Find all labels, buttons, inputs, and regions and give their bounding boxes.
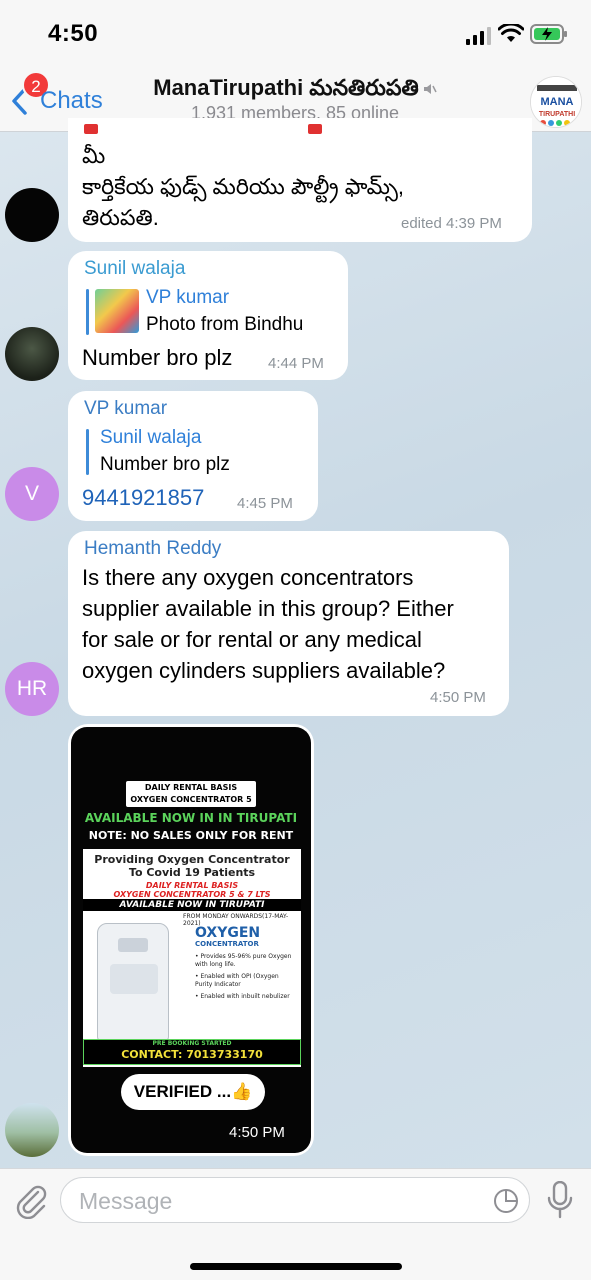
message-bubble[interactable]: Hemanth Reddy Is there any oxygen concen…	[68, 531, 509, 716]
message-text-line: మీ	[82, 143, 106, 168]
poster-card-subtitle: DAILY RENTAL BASIS OXYGEN CONCENTRATOR 5…	[87, 881, 297, 899]
svg-text:TIRUPATHI: TIRUPATHI	[539, 111, 575, 118]
sender-name[interactable]: Sunil walaja	[84, 258, 185, 280]
reply-preview: Photo from Bindhu	[146, 314, 304, 335]
battery-charging-icon	[530, 24, 567, 44]
poster-card-banner: AVAILABLE NOW IN TIRUPATI	[83, 899, 301, 911]
poster-brand-sub: CONCENTRATOR	[195, 940, 259, 948]
reply-bar	[86, 429, 89, 475]
message-text: Number bro plz	[82, 345, 233, 370]
reply-sender: VP kumar	[146, 287, 230, 308]
message-timestamp: edited 4:39 PM	[401, 215, 502, 232]
message-text-line: oxygen cylinders suppliers available?	[82, 658, 446, 683]
sticker-icon[interactable]	[493, 1188, 519, 1214]
poster-contact-number: CONTACT: 7013733170	[121, 1048, 263, 1061]
machine-panel	[110, 964, 158, 994]
image-message[interactable]: DAILY RENTAL BASIS OXYGEN CONCENTRATOR 5…	[68, 724, 314, 1156]
poster-bullet: • Enabled with OPI (Oxygen Purity Indica…	[195, 973, 279, 988]
sender-name[interactable]: VP kumar	[84, 398, 167, 420]
message-timestamp: 4:44 PM	[268, 355, 324, 372]
poster-contact: PRE BOOKING STARTED CONTACT: 7013733170	[83, 1039, 301, 1065]
phone-number-link[interactable]: 9441921857	[82, 482, 204, 513]
reply-bar	[86, 289, 89, 335]
message-text-line: supplier available in this group? Either	[82, 596, 454, 621]
status-time: 4:50	[48, 20, 99, 47]
group-avatar[interactable]: MANA TIRUPATHI	[530, 76, 582, 128]
message-bubble[interactable]: మీ కార్తికేయ ఫుడ్స్ మరియు పౌల్ట్రీ ఫామ్స…	[68, 118, 532, 242]
microphone-icon[interactable]	[546, 1181, 574, 1219]
avatar[interactable]: V	[5, 467, 59, 521]
message-timestamp: 4:50 PM	[229, 1124, 285, 1141]
home-indicator	[190, 1263, 402, 1270]
concentrator-illustration	[97, 923, 169, 1041]
poster-tag: DAILY RENTAL BASIS OXYGEN CONCENTRATOR 5…	[126, 781, 256, 816]
attach-icon[interactable]	[14, 1183, 48, 1219]
mute-icon	[423, 84, 437, 95]
reply-thumbnail	[95, 289, 139, 333]
image-caption: VERIFIED ...👍	[121, 1074, 265, 1110]
poster-card-title: Providing Oxygen Concentrator To Covid 1…	[94, 853, 290, 879]
status-bar: 4:50	[0, 0, 591, 66]
sender-name[interactable]: Hemanth Reddy	[84, 538, 221, 560]
poster-bullet: • Provides 95-96% pure Oxygen with long …	[195, 953, 292, 968]
message-bubble[interactable]: Sunil walaja VP kumar Photo from Bindhu …	[68, 251, 348, 380]
poster-card: Providing Oxygen Concentrator To Covid 1…	[83, 849, 301, 1067]
poster-image[interactable]: DAILY RENTAL BASIS OXYGEN CONCENTRATOR 5…	[71, 727, 311, 1153]
chat-title[interactable]: ManaTirupathi మనతిరుపతి	[110, 75, 480, 106]
reply-sender: Sunil walaja	[100, 427, 202, 448]
signal-icon	[466, 27, 491, 45]
poster-bullet: • Enabled with inbuilt nebulizer	[195, 993, 290, 1000]
message-timestamp: 4:45 PM	[237, 495, 293, 512]
emoji-fragment	[84, 124, 98, 134]
poster-prebooking: PRE BOOKING STARTED	[152, 1040, 232, 1047]
message-text-line: Is there any oxygen concentrators	[82, 565, 414, 590]
poster-available: AVAILABLE NOW IN IN TIRUPATI	[84, 811, 298, 825]
group-logo-icon: MANA TIRUPATHI	[531, 77, 581, 127]
poster-card-sub-line: OXYGEN CONCENTRATOR 5 & 7 LTS	[113, 890, 271, 899]
composer	[0, 1168, 591, 1280]
message-field[interactable]	[60, 1177, 530, 1223]
svg-text:MANA: MANA	[541, 96, 574, 108]
reply-preview: Number bro plz	[100, 454, 230, 475]
poster-card-sub-line: DAILY RENTAL BASIS	[145, 881, 239, 890]
message-input[interactable]	[79, 1187, 479, 1215]
message-bubble[interactable]: VP kumar Sunil walaja Number bro plz 944…	[68, 391, 318, 521]
back-button[interactable]: Chats	[40, 87, 103, 115]
machine-screen	[118, 938, 148, 952]
avatar[interactable]	[5, 327, 59, 381]
avatar[interactable]	[5, 188, 59, 242]
poster-tag-line: DAILY RENTAL BASIS	[144, 783, 238, 792]
emoji-fragment	[308, 124, 322, 134]
avatar[interactable]: HR	[5, 662, 59, 716]
message-text-line: కార్తికేయ ఫుడ్స్ మరియు పౌల్ట్రీ ఫామ్స్,	[82, 174, 404, 199]
message-text-line: for sale or for rental or any medical	[82, 627, 422, 652]
chat-title-text[interactable]: ManaTirupathi మనతిరుపతి	[153, 75, 418, 100]
avatar[interactable]	[5, 1103, 59, 1157]
wifi-icon	[498, 24, 524, 42]
poster-note: NOTE: NO SALES ONLY FOR RENT	[88, 829, 294, 842]
message-text-line: తిరుపతి.	[82, 205, 159, 230]
message-timestamp: 4:50 PM	[430, 689, 486, 706]
poster-brand: OXYGEN	[195, 925, 261, 941]
